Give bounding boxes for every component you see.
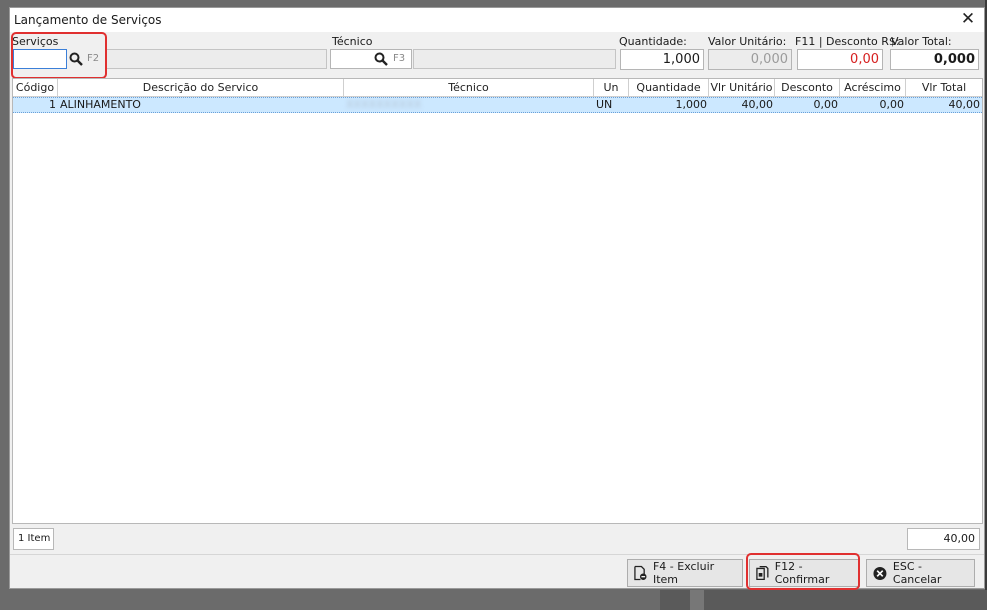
cell-codigo: 1 [49, 98, 56, 111]
desconto-label: F11 | Desconto R$: [795, 35, 900, 48]
cell-vlr-total: 40,00 [948, 98, 981, 111]
background-window-divider [690, 590, 704, 610]
item-count: 1 Item [13, 528, 54, 550]
grid-header: Código Descrição do Servico Técnico Un Q… [13, 79, 982, 97]
cancelar-button[interactable]: ESC - Cancelar [866, 559, 975, 587]
column-header-un[interactable]: Un [594, 79, 629, 96]
grid-total: 40,00 [907, 528, 980, 550]
column-header-codigo[interactable]: Código [13, 79, 58, 96]
close-icon[interactable]: ✕ [958, 9, 978, 29]
dialog-title: Lançamento de Serviços [14, 13, 162, 27]
column-header-descricao[interactable]: Descrição do Servico [58, 79, 344, 96]
valor-unitario-label: Valor Unitário: [708, 35, 787, 48]
excluir-item-label: F4 - Excluir Item [652, 560, 715, 586]
cell-un: UN [596, 98, 613, 111]
cell-acrescimo: 0,00 [879, 98, 905, 111]
desconto-input[interactable]: 0,00 [797, 49, 883, 70]
column-header-acrescimo[interactable]: Acréscimo [840, 79, 906, 96]
servicos-hotkey: F2 [87, 53, 100, 64]
services-grid[interactable]: Código Descrição do Servico Técnico Un Q… [12, 78, 983, 524]
column-header-vlr-unitario[interactable]: Vlr Unitário [709, 79, 775, 96]
confirm-doc-icon [756, 565, 769, 581]
tecnico-label: Técnico [332, 35, 373, 48]
cell-tecnico: XXXXXXXXXX [346, 98, 422, 111]
quantidade-input[interactable]: 1,000 [620, 49, 704, 70]
tecnico-hotkey: F3 [393, 53, 406, 64]
valor-unitario-input: 0,000 [708, 49, 792, 70]
tecnico-name-field [413, 49, 616, 69]
cell-vlr-unitario: 40,00 [741, 98, 774, 111]
confirmar-button[interactable]: F12 - Confirmar [749, 559, 860, 587]
delete-doc-icon [634, 565, 647, 581]
title-bar: Lançamento de Serviços ✕ [10, 8, 984, 32]
button-bar-divider [10, 554, 984, 555]
valor-total-label: Valor Total: [891, 35, 952, 48]
valor-total-input: 0,000 [890, 49, 979, 70]
column-header-desconto[interactable]: Desconto [775, 79, 840, 96]
cell-quantidade: 1,000 [675, 98, 708, 111]
search-icon[interactable] [372, 49, 390, 69]
servicos-description-field [105, 49, 327, 69]
background-window-area [660, 590, 987, 610]
lancamento-servicos-dialog: Lançamento de Serviços ✕ Serviços F2 Téc… [9, 7, 985, 590]
cell-desconto: 0,00 [813, 98, 839, 111]
column-header-quantidade[interactable]: Quantidade [629, 79, 709, 96]
servicos-label: Serviços [12, 35, 59, 48]
column-header-vlr-total[interactable]: Vlr Total [906, 79, 982, 96]
cancel-circle-icon [873, 566, 887, 580]
cancelar-label: ESC - Cancelar [892, 560, 942, 586]
confirmar-label: F12 - Confirmar [774, 560, 830, 586]
cell-descricao: ALINHAMENTO [60, 98, 141, 111]
excluir-item-button[interactable]: F4 - Excluir Item [627, 559, 743, 587]
servicos-code-input[interactable] [13, 49, 67, 69]
search-icon[interactable] [67, 49, 85, 69]
table-row[interactable]: 1 ALINHAMENTO XXXXXXXXXX UN 1,000 40,00 … [13, 97, 982, 113]
quantidade-label: Quantidade: [619, 35, 687, 48]
column-header-tecnico[interactable]: Técnico [344, 79, 594, 96]
